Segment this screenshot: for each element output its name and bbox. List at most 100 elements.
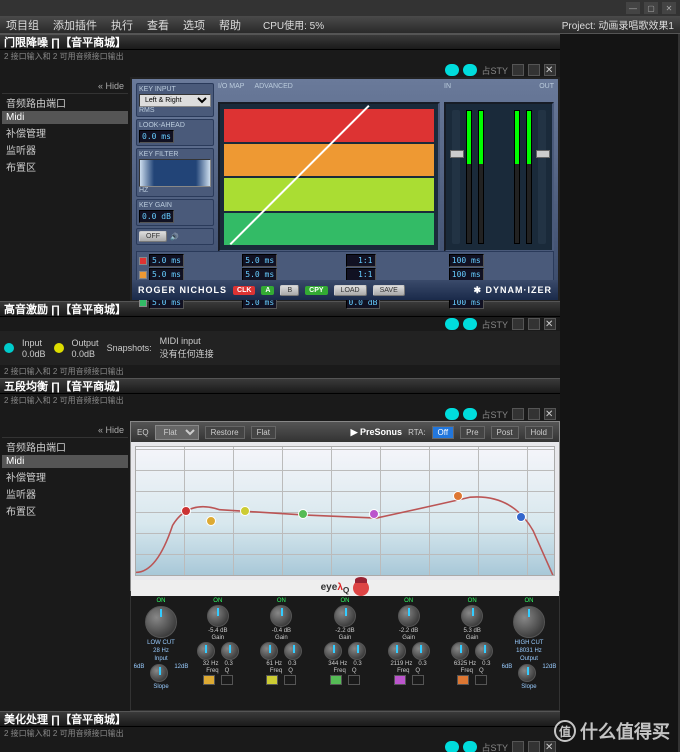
sidebar-item-midi[interactable]: Midi [2, 111, 128, 124]
key-input-select[interactable]: Left & Right [139, 94, 211, 107]
toggle-b-icon[interactable] [463, 64, 477, 76]
b4-q-knob[interactable] [412, 642, 430, 660]
eq-preset-select[interactable]: Flat [155, 425, 199, 440]
minimize-button[interactable]: — [626, 2, 640, 14]
keygain-value[interactable]: 0.0 dB [139, 210, 174, 223]
hc-slope-knob[interactable] [518, 664, 536, 682]
b2-type-b[interactable] [284, 675, 296, 685]
b3-gain-knob[interactable] [334, 605, 356, 627]
b-button[interactable]: B [280, 285, 299, 296]
ro-atk1[interactable]: 5.0 ms [149, 254, 184, 267]
rta-off[interactable]: Off [432, 426, 455, 439]
hide-sidebar-button[interactable]: « Hide [2, 79, 128, 94]
advanced-tab[interactable]: ADVANCED [254, 83, 292, 90]
section-gate-header[interactable]: 门限降噪 ∏【音平商城】 [0, 34, 560, 50]
keyfilter-graph[interactable] [139, 159, 211, 187]
fx3-item-midi[interactable]: Midi [2, 455, 128, 468]
b2-freq-knob[interactable] [260, 642, 278, 660]
fx3-tog-a[interactable] [445, 408, 459, 420]
menu-help[interactable]: 帮助 [219, 17, 241, 33]
sidebar-item-comp-mgmt[interactable]: 补偿管理 [2, 124, 128, 141]
fx2-tog-a[interactable] [445, 318, 459, 330]
eq-node-hc[interactable] [516, 512, 526, 522]
io-map-display[interactable] [218, 102, 440, 252]
cpy-button[interactable]: CPY [305, 286, 327, 295]
sidebar-item-audio-route[interactable]: 音频路由端口 [2, 94, 128, 111]
menu-view[interactable]: 查看 [147, 17, 169, 33]
save-button[interactable]: SAVE [373, 285, 405, 296]
b5-type-a[interactable] [457, 675, 469, 685]
tb-btn1[interactable] [512, 64, 524, 76]
b1-q-knob[interactable] [221, 642, 239, 660]
section-comp-header[interactable]: 美化处理 ∏【音平商城】 [0, 711, 560, 727]
tb-btn2[interactable] [528, 64, 540, 76]
lookahead-value[interactable]: 0.0 ms [139, 130, 174, 143]
bypass-button[interactable]: OFF [139, 231, 167, 242]
menu-options[interactable]: 选项 [183, 17, 205, 33]
b2-type-a[interactable] [266, 675, 278, 685]
b1-freq-knob[interactable] [197, 642, 215, 660]
output-db[interactable]: 0.0dB [72, 349, 99, 359]
b4-type-b[interactable] [412, 675, 424, 685]
eq-node-4[interactable] [369, 509, 379, 519]
a-button[interactable]: A [261, 286, 274, 295]
sidebar-item-layout[interactable]: 布置区 [2, 158, 128, 175]
menu-project[interactable]: 项目组 [6, 17, 39, 33]
menu-run[interactable]: 执行 [111, 17, 133, 33]
b2-q-knob[interactable] [284, 642, 302, 660]
hc-on[interactable]: ON [524, 598, 533, 604]
fx2-b2[interactable] [528, 318, 540, 330]
fx4-tog-a[interactable] [445, 741, 459, 752]
eq-node-2[interactable] [240, 506, 250, 516]
fx4-b1[interactable] [512, 741, 524, 752]
iomap-tab[interactable]: I/O MAP [218, 83, 244, 90]
input-db[interactable]: 0.0dB [22, 349, 46, 359]
b4-on[interactable]: ON [404, 598, 413, 604]
section-eq-header[interactable]: 五段均衡 ∏【音平商城】 [0, 378, 560, 394]
fx3-tog-b[interactable] [463, 408, 477, 420]
eq-node-5[interactable] [453, 491, 463, 501]
b1-type-b[interactable] [221, 675, 233, 685]
in-slider[interactable] [452, 110, 460, 244]
b4-freq-knob[interactable] [388, 642, 406, 660]
fx3-b1[interactable] [512, 408, 524, 420]
b3-on[interactable]: ON [340, 598, 349, 604]
fx2-b1[interactable] [512, 318, 524, 330]
fx4-tog-b[interactable] [463, 741, 477, 752]
maximize-button[interactable]: ▢ [644, 2, 658, 14]
b2-on[interactable]: ON [277, 598, 286, 604]
b1-type-a[interactable] [203, 675, 215, 685]
lc-slope-knob[interactable] [150, 664, 168, 682]
b5-on[interactable]: ON [468, 598, 477, 604]
b5-type-b[interactable] [475, 675, 487, 685]
b3-type-b[interactable] [348, 675, 360, 685]
b3-q-knob[interactable] [348, 642, 366, 660]
fx2-tog-b[interactable] [463, 318, 477, 330]
fx3-close-icon[interactable]: ✕ [544, 408, 556, 420]
ro-rat1[interactable]: 1:1 [346, 254, 376, 267]
b5-gain-knob[interactable] [461, 605, 483, 627]
fx3-item-mon[interactable]: 监听器 [2, 485, 128, 502]
fx3-item-comp[interactable]: 补偿管理 [2, 468, 128, 485]
fx4-b2[interactable] [528, 741, 540, 752]
lowcut-knob[interactable] [145, 606, 177, 638]
eq-restore[interactable]: Restore [205, 426, 245, 439]
b2-gain-knob[interactable] [270, 605, 292, 627]
toggle-a-icon[interactable] [445, 64, 459, 76]
fx3-item-route[interactable]: 音频路由端口 [2, 438, 128, 455]
b4-gain-knob[interactable] [398, 605, 420, 627]
fx3-hide[interactable]: « Hide [2, 423, 128, 438]
rta-post[interactable]: Post [491, 426, 519, 439]
b1-gain-knob[interactable] [207, 605, 229, 627]
sidebar-item-monitor[interactable]: 监听器 [2, 141, 128, 158]
rta-pre[interactable]: Pre [460, 426, 484, 439]
fx2-close-icon[interactable]: ✕ [544, 318, 556, 330]
menu-add-plugin[interactable]: 添加插件 [53, 17, 97, 33]
eq-node-lc[interactable] [181, 506, 191, 516]
close-button[interactable]: ✕ [662, 2, 676, 14]
b3-type-a[interactable] [330, 675, 342, 685]
b3-freq-knob[interactable] [324, 642, 342, 660]
b1-on[interactable]: ON [213, 598, 222, 604]
out-slider[interactable] [538, 110, 546, 244]
eq-graph[interactable] [135, 446, 555, 576]
